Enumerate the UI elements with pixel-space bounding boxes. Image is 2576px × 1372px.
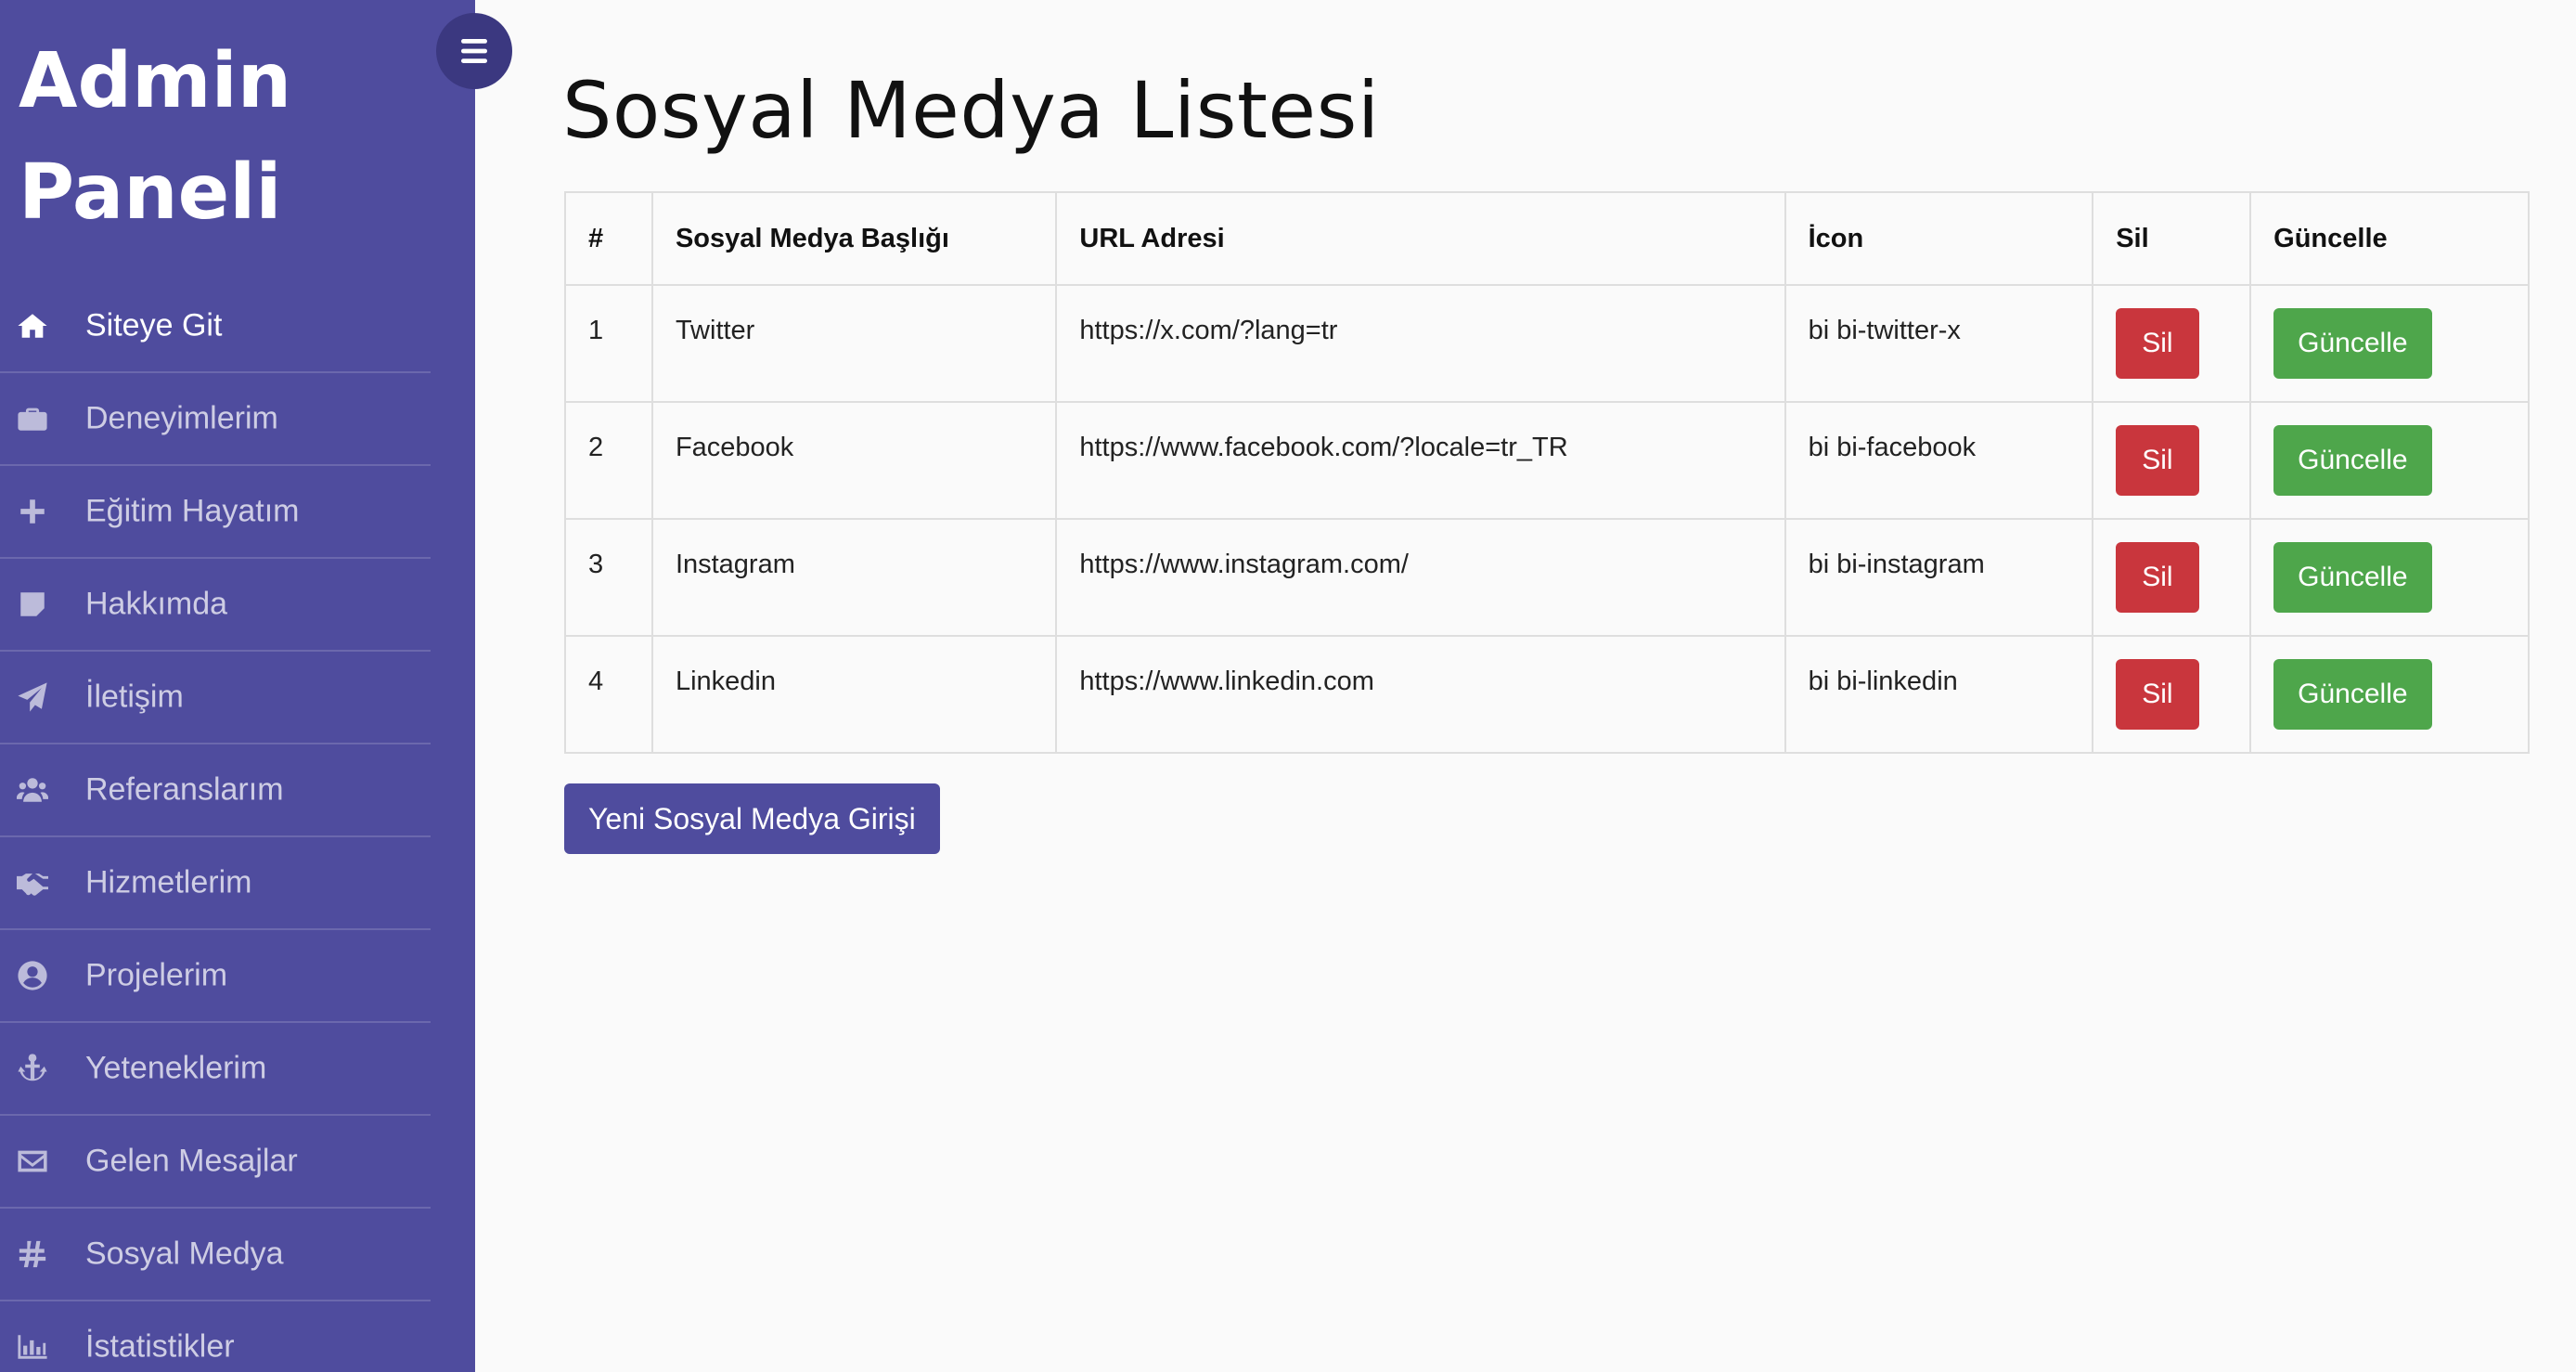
sidebar-item-deneyimlerim[interactable]: Deneyimlerim <box>0 373 431 466</box>
sidebar-item-hizmetlerim[interactable]: Hizmetlerim <box>0 837 431 930</box>
anchor-icon <box>17 1053 48 1084</box>
header-delete: Sil <box>2092 191 2252 286</box>
header-update: Güncelle <box>2249 191 2530 286</box>
row-number: 1 <box>564 284 653 403</box>
table-row: 1 Twitter https://x.com/?lang=tr bi bi-t… <box>564 284 2530 403</box>
sidebar-item-referanslarim[interactable]: Referanslarım <box>0 744 431 837</box>
sidebar-toggle-button[interactable] <box>436 13 512 89</box>
sidebar-item-label: Siteye Git <box>85 307 223 343</box>
row-update-cell: Güncelle <box>2249 284 2530 403</box>
table-header-row: # Sosyal Medya Başlığı URL Adresi İcon S… <box>564 191 2530 286</box>
briefcase-icon <box>17 403 48 434</box>
row-url: https://www.linkedin.com <box>1055 635 1786 754</box>
sidebar-item-siteye-git[interactable]: Siteye Git <box>0 280 431 373</box>
row-url: https://www.instagram.com/ <box>1055 518 1786 637</box>
row-update-cell: Güncelle <box>2249 635 2530 754</box>
sidebar-item-egitim-hayatim[interactable]: Eğitim Hayatım <box>0 466 431 559</box>
row-icon-class: bi bi-instagram <box>1784 518 2094 637</box>
users-icon <box>17 774 48 806</box>
sidebar-item-sosyal-medya[interactable]: Sosyal Medya <box>0 1209 431 1301</box>
delete-button[interactable]: Sil <box>2116 542 2199 613</box>
header-url: URL Adresi <box>1055 191 1786 286</box>
sidebar-item-label: Sosyal Medya <box>85 1236 284 1272</box>
update-button[interactable]: Güncelle <box>2273 659 2432 730</box>
sidebar-item-yeteneklerim[interactable]: Yeteneklerim <box>0 1023 431 1116</box>
home-icon <box>17 310 48 342</box>
brand-title: Admin Paneli <box>19 37 292 237</box>
row-title: Facebook <box>650 401 1058 520</box>
row-delete-cell: Sil <box>2092 518 2252 637</box>
page-title: Sosyal Medya Listesi <box>562 65 1380 156</box>
row-icon-class: bi bi-facebook <box>1784 401 2094 520</box>
row-icon-class: bi bi-twitter-x <box>1784 284 2094 403</box>
sidebar-item-label: Eğitim Hayatım <box>85 493 300 529</box>
sidebar-item-label: Hizmetlerim <box>85 864 252 900</box>
sidebar-item-label: Projelerim <box>85 957 228 993</box>
sidebar-item-label: Yeteneklerim <box>85 1050 267 1086</box>
row-title: Instagram <box>650 518 1058 637</box>
delete-button[interactable]: Sil <box>2116 308 2199 379</box>
plus-icon <box>17 496 48 527</box>
row-number: 3 <box>564 518 653 637</box>
sidebar-item-label: Hakkımda <box>85 586 228 622</box>
update-button[interactable]: Güncelle <box>2273 425 2432 496</box>
delete-button[interactable]: Sil <box>2116 425 2199 496</box>
sidebar-item-label: İletişim <box>85 679 184 715</box>
envelope-icon <box>17 1145 48 1177</box>
sidebar-item-gelen-mesajlar[interactable]: Gelen Mesajlar <box>0 1116 431 1209</box>
handshake-icon <box>17 867 48 899</box>
row-delete-cell: Sil <box>2092 401 2252 520</box>
sidebar-item-istatistikler[interactable]: İstatistikler <box>0 1301 431 1372</box>
row-url: https://x.com/?lang=tr <box>1055 284 1786 403</box>
row-title: Linkedin <box>650 635 1058 754</box>
social-media-table: # Sosyal Medya Başlığı URL Adresi İcon S… <box>564 191 2530 754</box>
delete-button[interactable]: Sil <box>2116 659 2199 730</box>
row-delete-cell: Sil <box>2092 284 2252 403</box>
update-button[interactable]: Güncelle <box>2273 542 2432 613</box>
header-icon: İcon <box>1784 191 2094 286</box>
table-row: 2 Facebook https://www.facebook.com/?loc… <box>564 401 2530 520</box>
sidebar-item-label: İstatistikler <box>85 1328 235 1365</box>
row-number: 2 <box>564 401 653 520</box>
table-row: 4 Linkedin https://www.linkedin.com bi b… <box>564 635 2530 754</box>
header-title: Sosyal Medya Başlığı <box>650 191 1058 286</box>
row-icon-class: bi bi-linkedin <box>1784 635 2094 754</box>
row-title: Twitter <box>650 284 1058 403</box>
update-button[interactable]: Güncelle <box>2273 308 2432 379</box>
note-icon <box>17 589 48 620</box>
table-row: 3 Instagram https://www.instagram.com/ b… <box>564 518 2530 637</box>
sidebar-item-projelerim[interactable]: Projelerim <box>0 930 431 1023</box>
sidebar-nav: Siteye Git Deneyimlerim Eğitim Hayatım H… <box>0 280 431 1372</box>
new-social-media-button[interactable]: Yeni Sosyal Medya Girişi <box>564 783 940 854</box>
sidebar-item-label: Deneyimlerim <box>85 400 278 436</box>
bar-chart-icon <box>17 1331 48 1363</box>
sidebar-item-hakkimda[interactable]: Hakkımda <box>0 559 431 652</box>
row-url: https://www.facebook.com/?locale=tr_TR <box>1055 401 1786 520</box>
sidebar-item-iletisim[interactable]: İletişim <box>0 652 431 744</box>
hamburger-icon <box>461 39 487 63</box>
sidebar-item-label: Referanslarım <box>85 771 284 808</box>
row-number: 4 <box>564 635 653 754</box>
row-update-cell: Güncelle <box>2249 518 2530 637</box>
sidebar-item-label: Gelen Mesajlar <box>85 1143 298 1179</box>
row-update-cell: Güncelle <box>2249 401 2530 520</box>
sidebar: Admin Paneli Siteye Git Deneyimlerim Eği… <box>0 0 475 1372</box>
row-delete-cell: Sil <box>2092 635 2252 754</box>
paper-plane-icon <box>17 681 48 713</box>
user-circle-icon <box>17 960 48 991</box>
header-number: # <box>564 191 653 286</box>
hashtag-icon <box>17 1238 48 1270</box>
